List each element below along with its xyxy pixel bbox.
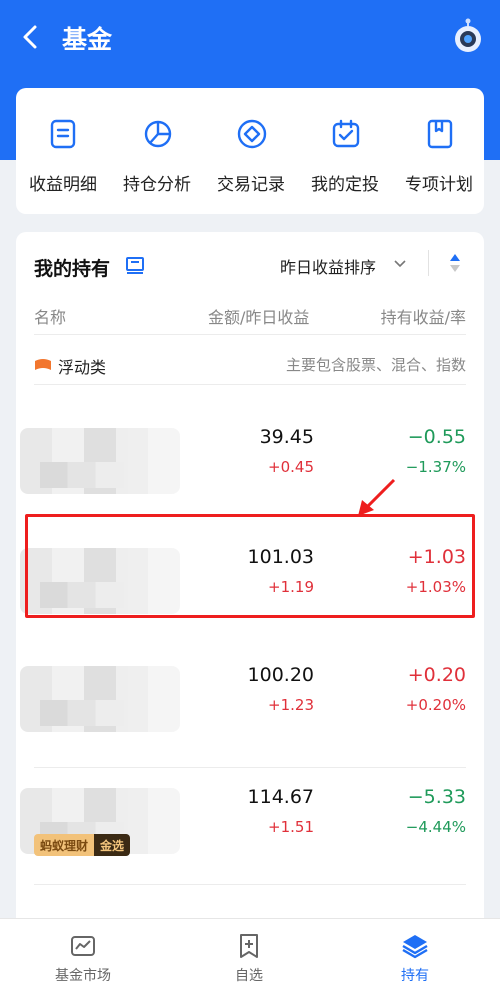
fund-hold-return: −5.33	[407, 786, 466, 808]
quick-action-income-detail[interactable]: 收益明细	[16, 88, 110, 214]
back-arrow-icon[interactable]	[16, 22, 46, 52]
fund-badge: 蚂蚁理财 金选	[34, 834, 131, 856]
quick-action-label: 专项计划	[405, 175, 473, 195]
category-name: 浮动类	[58, 358, 107, 377]
fund-row[interactable]: 100.20 +1.23 +0.20 +0.20%	[16, 656, 484, 768]
badge-brand: 蚂蚁理财	[34, 834, 95, 856]
bookmark-icon	[427, 119, 453, 149]
divider	[34, 767, 466, 768]
badge-tag: 金选	[94, 834, 131, 856]
fund-hold-return: +0.20	[407, 664, 466, 686]
column-header-name: 名称	[34, 308, 67, 327]
quick-action-label: 持仓分析	[123, 175, 191, 195]
column-header-amount: 金额/昨日收益	[208, 308, 310, 327]
pie-chart-icon	[144, 120, 172, 148]
tab-label: 基金市场	[55, 968, 111, 984]
quick-action-label: 交易记录	[217, 175, 285, 195]
quick-action-position-analysis[interactable]: 持仓分析	[110, 88, 204, 214]
quick-action-special-plan[interactable]: 专项计划	[392, 88, 486, 214]
page-title: 基金	[62, 25, 113, 54]
divider	[428, 250, 429, 276]
tab-favorites[interactable]: 自选	[166, 919, 332, 996]
fund-amount: 39.45	[259, 426, 314, 448]
fund-hold-rate: −4.44%	[405, 818, 466, 836]
tab-holdings[interactable]: 持有	[332, 919, 498, 996]
divider	[34, 384, 466, 385]
tab-fund-market[interactable]: 基金市场	[0, 919, 166, 996]
exchange-record-icon	[237, 119, 267, 149]
tab-label: 持有	[401, 968, 429, 984]
fund-amount: 114.67	[247, 786, 314, 808]
assistant-robot-icon[interactable]	[452, 18, 484, 54]
quick-action-label: 收益明细	[29, 175, 97, 195]
fund-hold-return: −0.55	[407, 426, 466, 448]
calendar-check-icon	[332, 119, 360, 148]
quick-action-label: 我的定投	[311, 175, 379, 195]
fund-amount: 100.20	[247, 664, 314, 686]
sort-order-icon[interactable]	[448, 252, 462, 274]
category-description: 主要包含股票、混合、指数	[285, 356, 466, 374]
highlight-annotation-box	[25, 514, 475, 618]
divider	[34, 334, 466, 335]
fund-yesterday-income: +1.51	[268, 818, 314, 836]
bottom-tab-bar: 基金市场 自选 持有	[0, 918, 500, 996]
fund-yesterday-income: +0.45	[268, 458, 314, 476]
quick-actions-card: 收益明细 持仓分析 交易记录 我的定投 专项计划	[16, 88, 484, 214]
holdings-info-icon[interactable]	[124, 254, 146, 276]
fund-name-redacted	[20, 666, 180, 732]
quick-action-trade-record[interactable]: 交易记录	[204, 88, 298, 214]
fund-name-redacted	[20, 428, 180, 494]
tab-label: 自选	[235, 968, 263, 984]
fund-yesterday-income: +1.23	[268, 696, 314, 714]
document-list-icon	[50, 119, 76, 149]
sort-dropdown[interactable]: 昨日收益排序	[280, 254, 376, 278]
annotation-arrow-icon	[358, 478, 396, 516]
holdings-title: 我的持有	[34, 258, 111, 280]
quick-action-my-auto-invest[interactable]: 我的定投	[298, 88, 392, 214]
divider	[34, 884, 466, 885]
add-favorite-icon	[240, 934, 258, 958]
layers-icon	[402, 935, 428, 959]
fund-hold-rate: +0.20%	[405, 696, 466, 714]
fund-hold-rate: −1.37%	[405, 458, 466, 476]
chevron-down-icon	[394, 260, 406, 268]
floating-category-icon	[35, 359, 51, 370]
top-bar: 基金	[0, 0, 500, 76]
column-header-return: 持有收益/率	[380, 308, 466, 327]
market-icon	[71, 936, 95, 956]
